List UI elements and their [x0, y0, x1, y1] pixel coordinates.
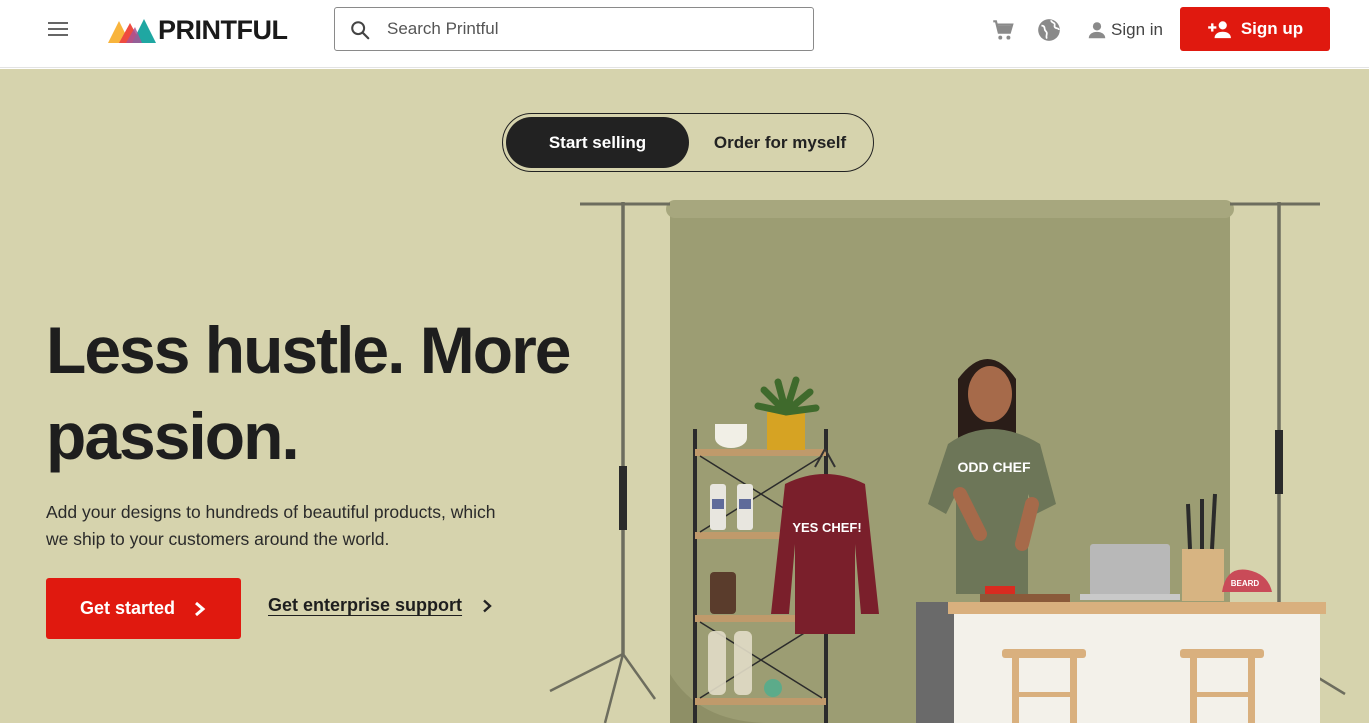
get-started-button[interactable]: Get started [46, 578, 241, 639]
logo-mark-icon [108, 19, 156, 43]
toggle-start-selling[interactable]: Start selling [506, 117, 689, 168]
hero-headline: Less hustle. More passion. [46, 313, 572, 473]
hero-section: Start selling Order for myself Less hust… [0, 69, 1369, 723]
search-box[interactable] [334, 7, 814, 51]
globe-icon[interactable] [1036, 17, 1062, 43]
enterprise-support-label: Get enterprise support [268, 595, 463, 615]
sweatshirt-print: YES CHEF! [792, 520, 861, 535]
printful-logo[interactable]: PRINTFUL [108, 14, 288, 45]
add-user-icon [1208, 21, 1231, 39]
enterprise-support-link[interactable]: Get enterprise support [268, 595, 494, 616]
backdrop-roll [666, 200, 1234, 218]
light-stand-left [549, 202, 670, 723]
get-started-label: Get started [79, 598, 176, 618]
cap-print: BEARD [1231, 579, 1260, 588]
audience-toggle[interactable]: Start selling Order for myself [502, 113, 874, 172]
sign-up-button[interactable]: Sign up [1180, 7, 1330, 51]
menu-icon[interactable] [40, 17, 76, 41]
user-icon [1088, 22, 1106, 39]
tshirt-print: ODD CHEF [957, 459, 1031, 475]
search-icon[interactable] [349, 19, 371, 41]
logo-text: PRINTFUL [158, 14, 288, 45]
toggle-order-for-myself[interactable]: Order for myself [691, 117, 869, 168]
top-navigation-bar: PRINTFUL Sign in Sign up [0, 0, 1369, 68]
chevron-right-icon [483, 599, 492, 612]
hero-studio-photo: YES CHEF! ODD CHEF BEARD [549, 200, 1346, 723]
chevron-right-icon [195, 601, 206, 616]
sign-in-link[interactable]: Sign in [1086, 17, 1163, 43]
hero-subtext: Add your designs to hundreds of beautifu… [46, 502, 496, 549]
sign-in-label: Sign in [1111, 20, 1163, 39]
cart-icon[interactable] [990, 17, 1016, 43]
search-input[interactable] [387, 14, 797, 44]
sign-up-label: Sign up [1240, 19, 1304, 38]
